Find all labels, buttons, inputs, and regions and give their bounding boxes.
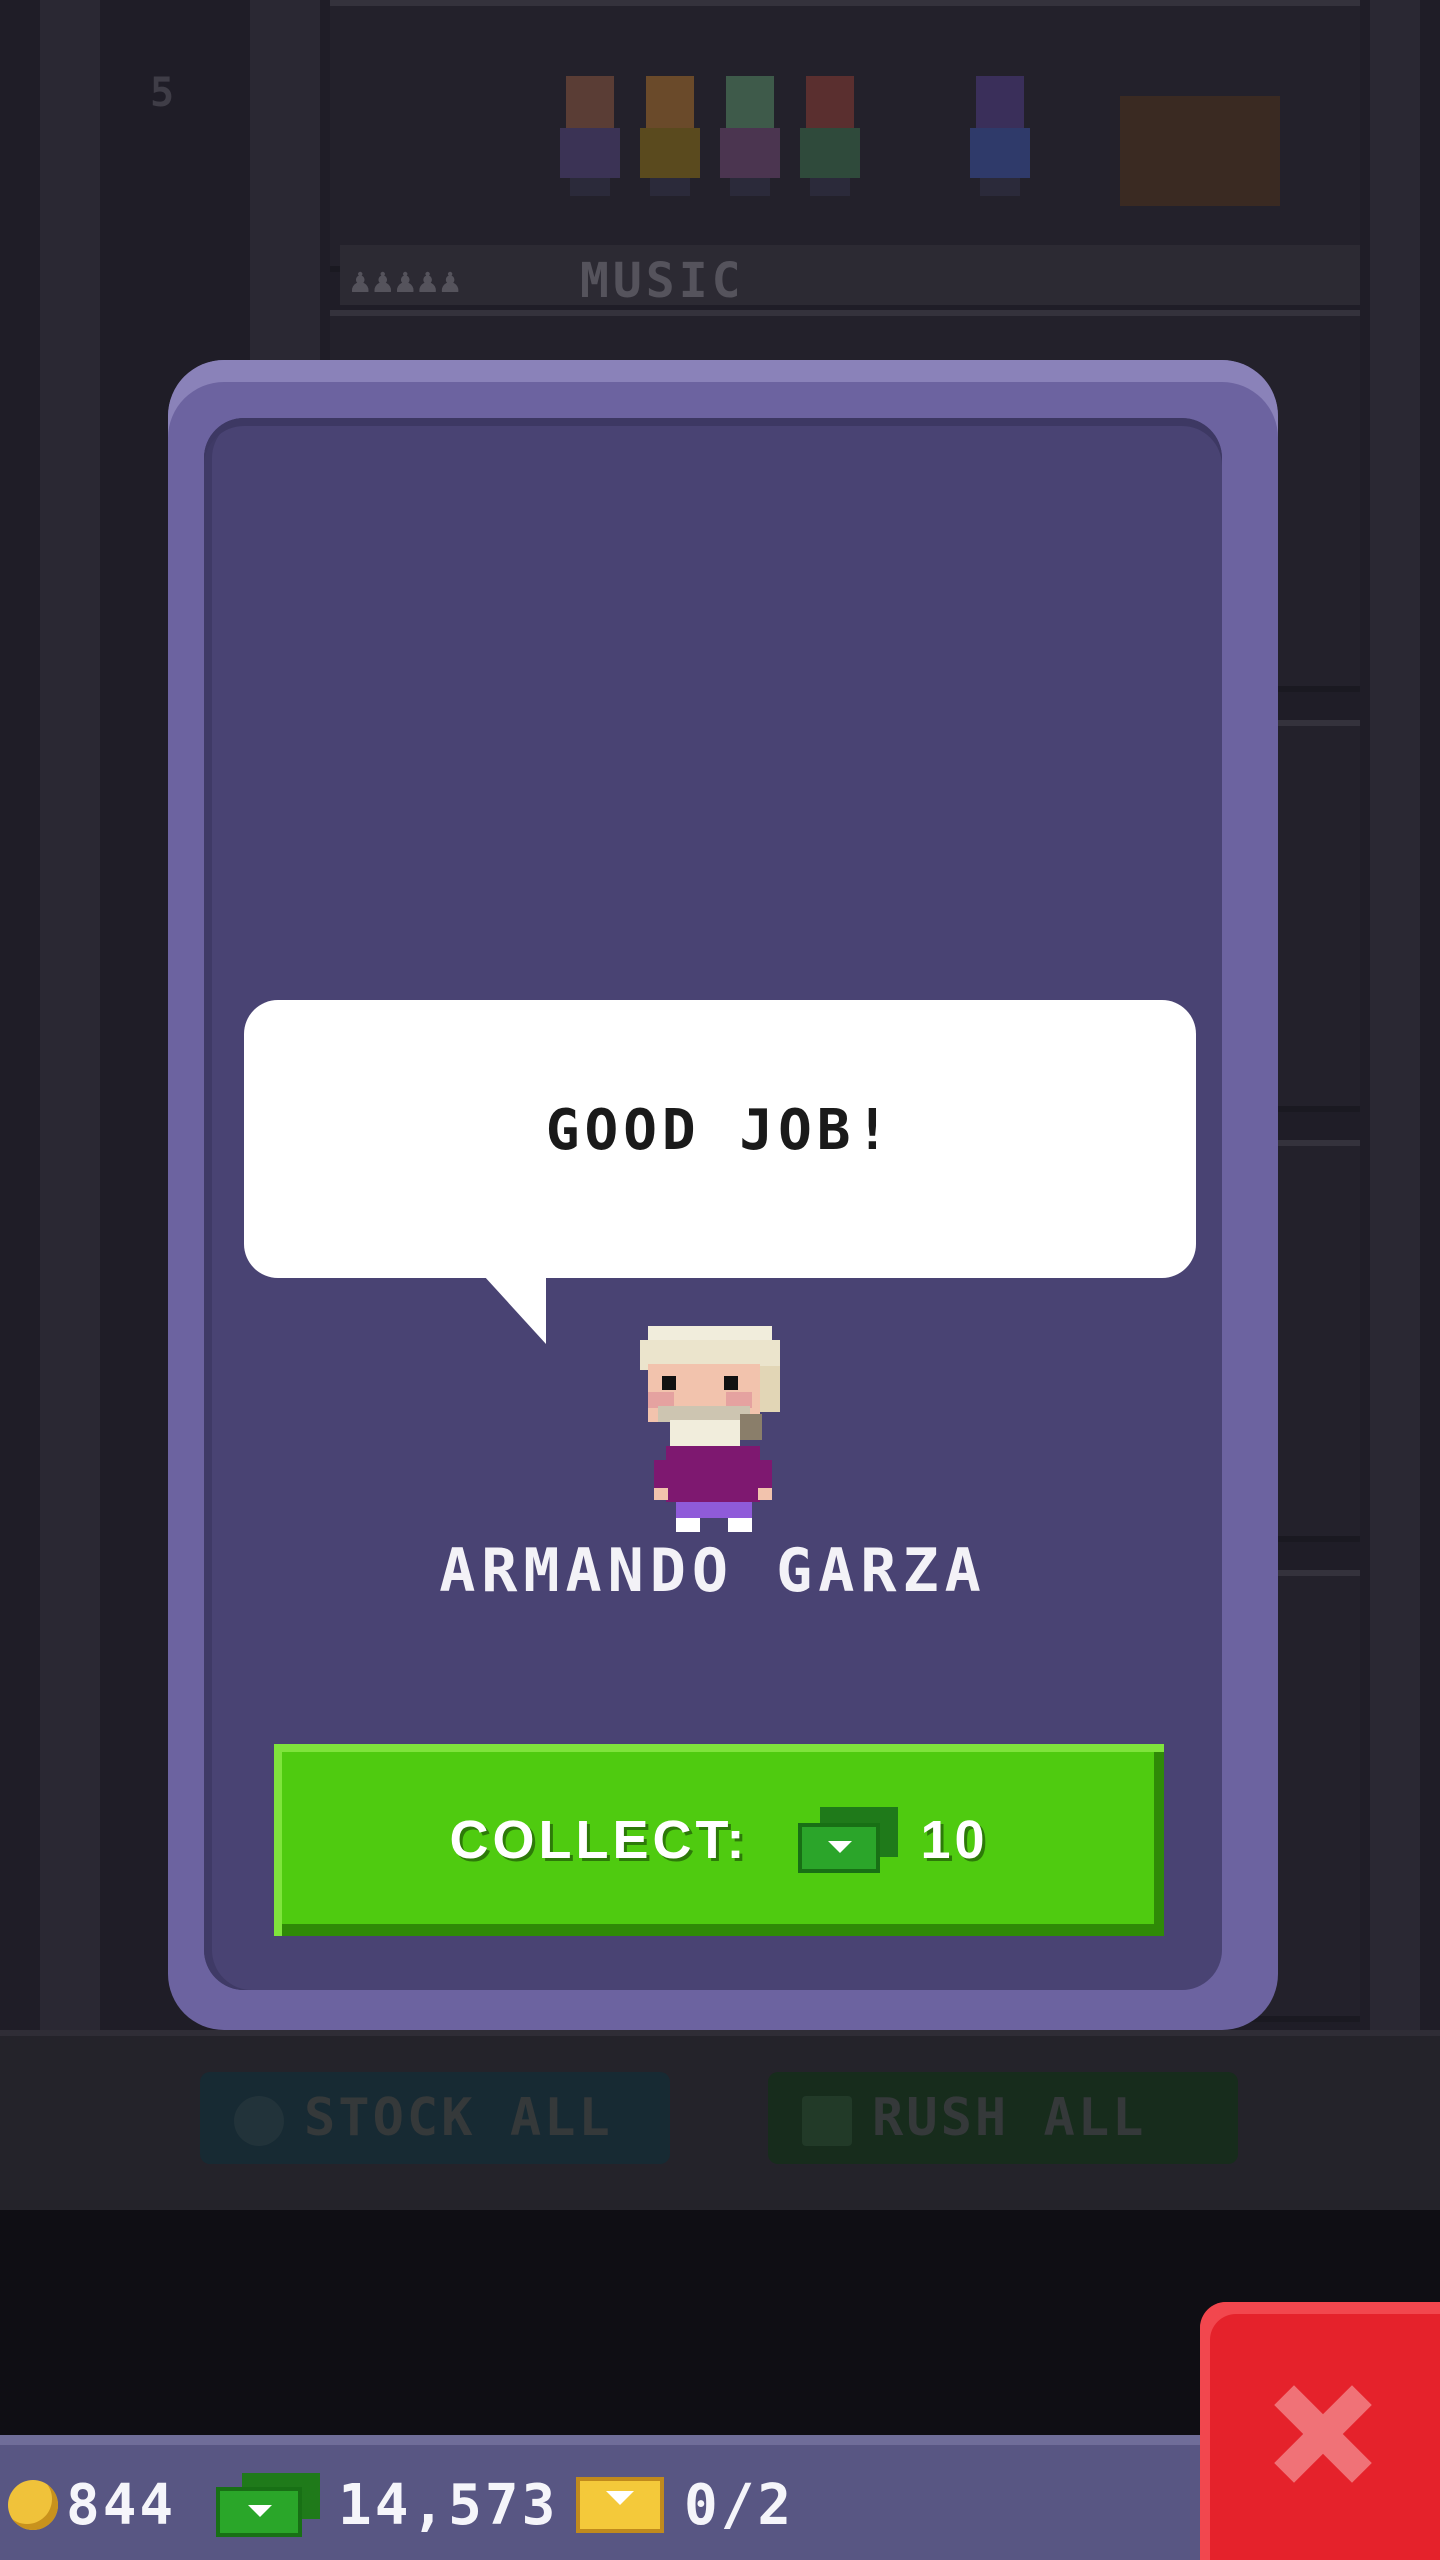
bux-counter: 14,573 [216, 2472, 559, 2538]
stock-all-label: STOCK ALL [304, 2088, 613, 2148]
tower-wall-left [40, 0, 100, 2030]
coins-value: 844 [66, 2472, 177, 2538]
bg-resident [800, 76, 860, 196]
bg-speaker [1120, 96, 1280, 206]
stock-all-button: STOCK ALL [200, 2072, 670, 2164]
rush-all-label: RUSH ALL [872, 2088, 1147, 2148]
bux-value: 14,573 [338, 2472, 559, 2538]
music-floor [330, 0, 1360, 272]
floor-label: ♟♟♟♟♟ MUSIC [340, 245, 1360, 309]
rush-all-button: RUSH ALL [768, 2072, 1238, 2164]
speech-bubble-tail [484, 1276, 546, 1344]
tickets-value: 0/2 [684, 2472, 795, 2538]
close-button[interactable] [1200, 2302, 1440, 2560]
collect-button[interactable]: COLLECT: 10 [274, 1744, 1164, 1936]
floor-number: 5 [150, 70, 175, 116]
character-name: ARMANDO GARZA [439, 1536, 987, 1606]
character-sprite [640, 1326, 780, 1536]
bux-icon [798, 1807, 899, 1873]
bg-resident [560, 76, 620, 196]
coins-counter: 844 [8, 2472, 177, 2538]
floor-name: MUSIC [580, 253, 745, 309]
tower-wall-right [1370, 0, 1420, 2030]
bux-icon [802, 2096, 852, 2146]
collect-label: COLLECT: [449, 1810, 749, 1870]
bg-resident [720, 76, 780, 196]
golden-ticket-icon [576, 2477, 664, 2533]
collect-amount: 10 [920, 1810, 989, 1870]
bg-resident [970, 76, 1030, 196]
tickets-counter: 0/2 [576, 2472, 795, 2538]
bg-resident [640, 76, 700, 196]
speech-text: GOOD JOB! [545, 1098, 895, 1163]
coin-icon [8, 2480, 58, 2530]
game-screen: ♟♟♟♟♟ MUSIC 5 STOCK ALL RUSH ALL GOOD JO… [0, 0, 1440, 2560]
floor-residents-icon: ♟♟♟♟♟ [350, 261, 463, 301]
clock-icon [234, 2096, 284, 2146]
bux-icon [216, 2473, 320, 2537]
